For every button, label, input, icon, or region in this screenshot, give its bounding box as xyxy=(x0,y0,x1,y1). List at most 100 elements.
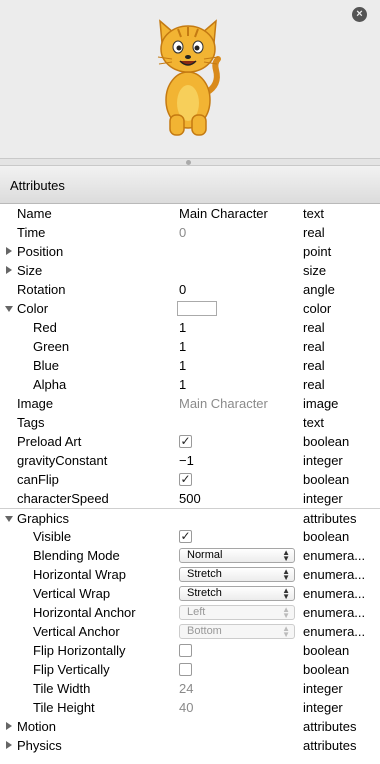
horizontal-wrap-select[interactable]: Stretch ▲ ▼ xyxy=(179,567,295,582)
attribute-row-physics[interactable]: Physics attributes xyxy=(0,736,380,755)
attribute-label: Vertical Anchor xyxy=(33,624,120,639)
attribute-label: Flip Horizontally xyxy=(33,643,126,658)
attribute-row-vertical-anchor[interactable]: Vertical Anchor Bottom ▲ ▼ enumera... xyxy=(0,622,380,641)
attribute-type: enumera... xyxy=(303,548,366,563)
attribute-value[interactable]: −1 xyxy=(179,453,194,468)
attribute-type: angle xyxy=(303,282,335,297)
attribute-row-gravity-constant[interactable]: gravityConstant −1 integer xyxy=(0,451,380,470)
attribute-value[interactable]: 24 xyxy=(179,681,193,696)
attribute-row-tile-height[interactable]: Tile Height 40 integer xyxy=(0,698,380,717)
attribute-row-image[interactable]: Image Main Character image xyxy=(0,394,380,413)
attribute-row-green[interactable]: Green 1 real xyxy=(0,337,380,356)
disclosure-triangle-icon[interactable] xyxy=(6,266,12,274)
attribute-row-horizontal-anchor[interactable]: Horizontal Anchor Left ▲ ▼ enumera... xyxy=(0,603,380,622)
attribute-label: Blue xyxy=(33,358,60,373)
disclosure-triangle-icon[interactable] xyxy=(6,247,12,255)
disclosure-triangle-icon[interactable] xyxy=(6,741,12,749)
attribute-type: enumera... xyxy=(303,586,366,601)
attribute-type: point xyxy=(303,244,332,259)
visible-checkbox[interactable]: ✓ xyxy=(179,530,192,543)
actor-preview: × xyxy=(0,0,380,158)
disclosure-triangle-icon[interactable] xyxy=(5,306,13,312)
attribute-type: boolean xyxy=(303,434,350,449)
blending-mode-select[interactable]: Normal ▲ ▼ xyxy=(179,548,295,563)
attribute-value[interactable]: Main Character xyxy=(179,206,268,221)
attribute-row-character-speed[interactable]: characterSpeed 500 integer xyxy=(0,489,380,508)
splitter-handle[interactable] xyxy=(0,158,380,166)
attribute-row-tags[interactable]: Tags text xyxy=(0,413,380,432)
attribute-value[interactable]: 40 xyxy=(179,700,193,715)
attribute-label: Size xyxy=(17,263,43,278)
attribute-row-graphics[interactable]: Graphics attributes xyxy=(0,508,380,527)
attribute-row-preload-art[interactable]: Preload Art ✓ boolean xyxy=(0,432,380,451)
attribute-type: boolean xyxy=(303,472,350,487)
attributes-header: Attributes xyxy=(0,166,380,204)
attribute-value[interactable]: 0 xyxy=(179,282,186,297)
attribute-type: real xyxy=(303,320,325,335)
attribute-row-time[interactable]: Time 0 real xyxy=(0,223,380,242)
attribute-type: real xyxy=(303,358,325,373)
select-arrows-icon: ▲ ▼ xyxy=(282,567,290,582)
attribute-row-tile-width[interactable]: Tile Width 24 integer xyxy=(0,679,380,698)
attribute-type: integer xyxy=(303,491,343,506)
disclosure-triangle-icon[interactable] xyxy=(5,516,13,522)
attribute-row-visible[interactable]: Visible ✓ boolean xyxy=(0,527,380,546)
attribute-row-blue[interactable]: Blue 1 real xyxy=(0,356,380,375)
select-arrows-icon: ▲ ▼ xyxy=(282,605,290,620)
attribute-row-can-flip[interactable]: canFlip ✓ boolean xyxy=(0,470,380,489)
attribute-row-vertical-wrap[interactable]: Vertical Wrap Stretch ▲ ▼ enumera... xyxy=(0,584,380,603)
attribute-label: Graphics xyxy=(17,511,70,526)
attribute-row-horizontal-wrap[interactable]: Horizontal Wrap Stretch ▲ ▼ enumera... xyxy=(0,565,380,584)
attribute-row-motion[interactable]: Motion attributes xyxy=(0,717,380,736)
attribute-value[interactable]: 500 xyxy=(179,491,201,506)
horizontal-anchor-select: Left ▲ ▼ xyxy=(179,605,295,620)
attribute-row-blending-mode[interactable]: Blending Mode Normal ▲ ▼ enumera... xyxy=(0,546,380,565)
attribute-value[interactable]: 1 xyxy=(179,320,186,335)
attribute-value[interactable]: Main Character xyxy=(179,396,268,411)
attribute-type: size xyxy=(303,263,327,278)
disclosure-triangle-icon[interactable] xyxy=(6,722,12,730)
select-arrows-icon: ▲ ▼ xyxy=(282,586,290,601)
attribute-type: integer xyxy=(303,681,343,696)
attribute-label: Blending Mode xyxy=(33,548,120,563)
attribute-label: Physics xyxy=(17,738,62,753)
attribute-label: Image xyxy=(17,396,54,411)
attribute-label: Red xyxy=(33,320,57,335)
flip-horizontally-checkbox[interactable] xyxy=(179,644,192,657)
flip-vertically-checkbox[interactable] xyxy=(179,663,192,676)
attribute-row-flip-vertically[interactable]: Flip Vertically boolean xyxy=(0,660,380,679)
attribute-row-name[interactable]: Name Main Character text xyxy=(0,204,380,223)
attribute-row-rotation[interactable]: Rotation 0 angle xyxy=(0,280,380,299)
attribute-value[interactable]: 1 xyxy=(179,339,186,354)
attribute-label: Color xyxy=(17,301,49,316)
attribute-label: Horizontal Anchor xyxy=(33,605,136,620)
attribute-row-flip-horizontally[interactable]: Flip Horizontally boolean xyxy=(0,641,380,660)
attribute-label: Tile Width xyxy=(33,681,91,696)
preload-art-checkbox[interactable]: ✓ xyxy=(179,435,192,448)
select-value: Bottom xyxy=(187,625,222,637)
attribute-type: image xyxy=(303,396,339,411)
attribute-type: color xyxy=(303,301,332,316)
attribute-type: boolean xyxy=(303,662,350,677)
color-swatch[interactable] xyxy=(177,301,217,316)
attribute-row-color[interactable]: Color color xyxy=(0,299,380,318)
attribute-value[interactable]: 1 xyxy=(179,358,186,373)
attribute-type: text xyxy=(303,206,324,221)
attribute-type: real xyxy=(303,225,325,240)
attribute-label: Name xyxy=(17,206,52,221)
attribute-label: Rotation xyxy=(17,282,66,297)
close-icon[interactable]: × xyxy=(352,7,367,22)
can-flip-checkbox[interactable]: ✓ xyxy=(179,473,192,486)
attribute-row-alpha[interactable]: Alpha 1 real xyxy=(0,375,380,394)
attribute-row-red[interactable]: Red 1 real xyxy=(0,318,380,337)
vertical-wrap-select[interactable]: Stretch ▲ ▼ xyxy=(179,586,295,601)
attribute-type: attributes xyxy=(303,719,357,734)
attribute-row-size[interactable]: Size size xyxy=(0,261,380,280)
attribute-label: Position xyxy=(17,244,64,259)
vertical-anchor-select: Bottom ▲ ▼ xyxy=(179,624,295,639)
splitter-grip-icon[interactable] xyxy=(186,160,191,165)
attribute-value[interactable]: 1 xyxy=(179,377,186,392)
attribute-value: 0 xyxy=(179,225,187,240)
attribute-type: boolean xyxy=(303,643,350,658)
attribute-row-position[interactable]: Position point xyxy=(0,242,380,261)
